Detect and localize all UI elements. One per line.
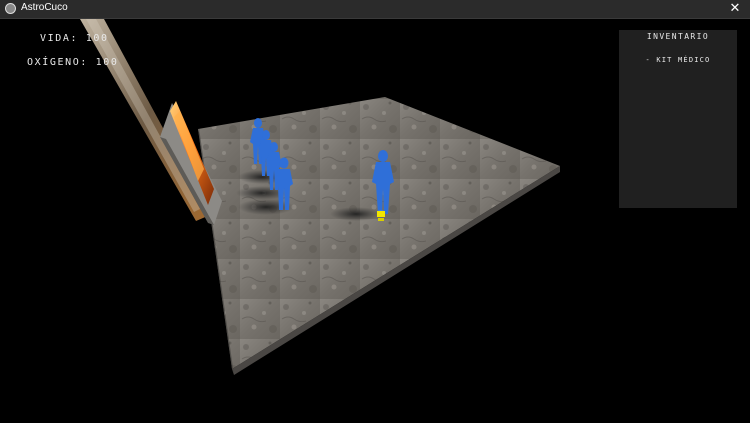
app-icon bbox=[5, 3, 16, 14]
window-titlebar: AstroCuco ✕ bbox=[0, 0, 750, 19]
inventory-title: Inventario bbox=[646, 32, 710, 41]
oxygen-label: Oxígeno: bbox=[27, 57, 88, 68]
inventory-panel: Inventario - Kit médico bbox=[619, 30, 737, 208]
oxygen-value: 100 bbox=[95, 57, 119, 68]
health-value: 100 bbox=[85, 33, 109, 44]
inventory-item-medkit[interactable]: - Kit médico bbox=[619, 56, 737, 64]
close-button[interactable]: ✕ bbox=[724, 0, 746, 18]
health-label: Vida: bbox=[40, 33, 79, 44]
game-viewport[interactable]: Vida: 100 Oxígeno: 100 Inventario - Kit … bbox=[0, 19, 750, 423]
selection-marker-icon bbox=[377, 211, 385, 217]
window-title: AstroCuco bbox=[21, 2, 68, 13]
health-stat: Vida: 100 bbox=[40, 33, 109, 44]
oxygen-stat: Oxígeno: 100 bbox=[27, 57, 118, 68]
